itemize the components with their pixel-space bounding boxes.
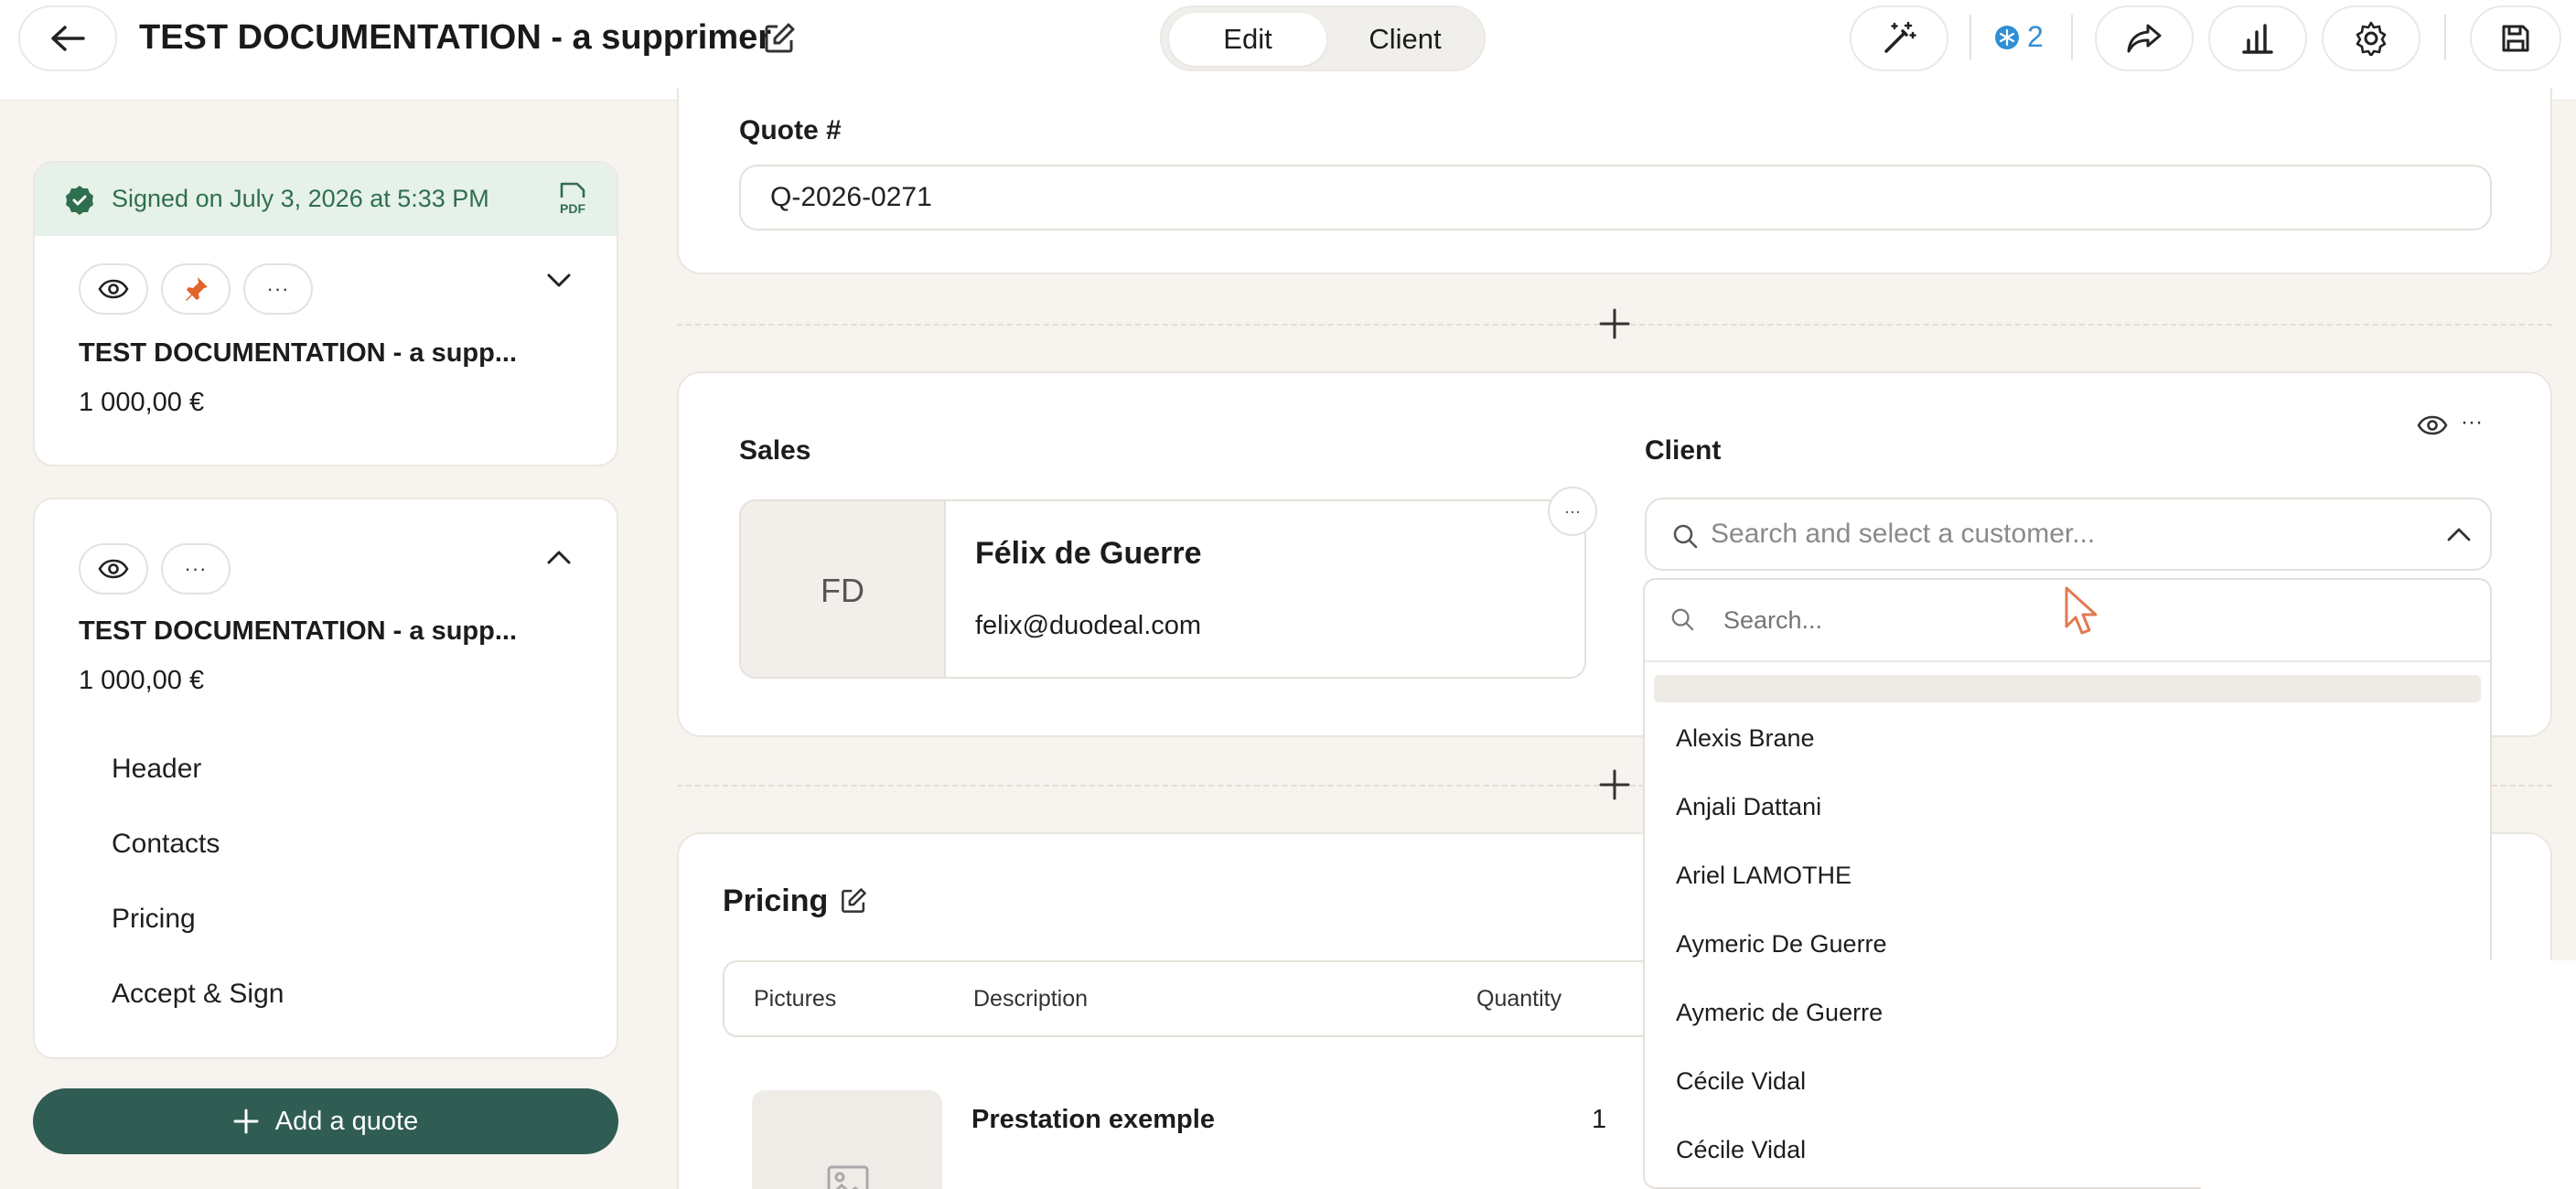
sales-label: Sales xyxy=(739,435,811,466)
chevron-down-icon[interactable] xyxy=(545,271,573,289)
more-options-button[interactable]: ··· xyxy=(243,263,313,315)
more-options-button[interactable]: ··· xyxy=(161,543,231,594)
collaborators-counter[interactable]: 2 xyxy=(1994,20,2044,54)
back-button[interactable] xyxy=(18,5,117,71)
search-icon xyxy=(1672,523,1698,549)
quote-card-signed[interactable]: Signed on July 3, 2026 at 5:33 PM PDF ··… xyxy=(33,161,618,466)
magic-button[interactable] xyxy=(1850,5,1948,71)
item-picture[interactable] xyxy=(752,1090,942,1189)
list-item[interactable]: Ariel LAMOTHE xyxy=(1676,862,1852,890)
nav-item-header[interactable]: Header xyxy=(112,754,201,785)
share-button[interactable] xyxy=(2095,5,2194,71)
chevron-up-icon[interactable] xyxy=(545,549,573,567)
magic-wand-icon xyxy=(1881,20,1917,57)
list-item[interactable]: Anjali Dattani xyxy=(1676,793,1821,821)
preview-button[interactable] xyxy=(79,543,148,594)
sales-contact-card[interactable]: FD Félix de Guerre felix@duodeal.com xyxy=(739,499,1586,679)
column-description: Description xyxy=(973,986,1089,1012)
client-select-placeholder: Search and select a customer... xyxy=(1711,519,2096,549)
more-icon: ··· xyxy=(1564,501,1581,520)
list-item[interactable]: Aymeric de Guerre xyxy=(1676,999,1883,1027)
quote-number-input[interactable]: Q-2026-0271 xyxy=(739,165,2492,230)
add-section-plus-icon[interactable] xyxy=(1598,307,1631,340)
gear-icon xyxy=(2354,21,2388,56)
quote-title: TEST DOCUMENTATION - a supp... xyxy=(79,616,518,646)
divider xyxy=(2071,15,2073,60)
analytics-button[interactable] xyxy=(2208,5,2307,71)
edit-icon[interactable] xyxy=(840,887,867,915)
chevron-up-icon xyxy=(2446,527,2472,543)
add-section-plus-icon[interactable] xyxy=(1598,768,1631,801)
chart-icon xyxy=(2241,22,2274,55)
add-quote-button[interactable]: Add a quote xyxy=(33,1088,618,1154)
save-icon xyxy=(2500,23,2531,54)
list-item[interactable]: Aymeric De Guerre xyxy=(1676,930,1887,959)
snowflake-icon xyxy=(1994,25,2020,50)
plus-icon xyxy=(233,1109,259,1134)
quote-card-expanded[interactable]: ··· TEST DOCUMENTATION - a supp... 1 000… xyxy=(33,498,618,1059)
mode-switch: Edit Client xyxy=(1160,5,1486,71)
edit-icon xyxy=(763,22,796,55)
eye-icon xyxy=(98,559,129,579)
quote-number-label: Quote # xyxy=(739,115,842,145)
page-title: TEST DOCUMENTATION - a supprimer xyxy=(139,18,772,57)
more-icon: ··· xyxy=(184,557,208,580)
search-icon xyxy=(1670,607,1694,631)
pdf-label: PDF xyxy=(560,201,585,216)
divider xyxy=(2444,15,2446,60)
pin-button[interactable] xyxy=(161,263,231,315)
settings-button[interactable] xyxy=(2322,5,2420,71)
nav-item-accept-sign[interactable]: Accept & Sign xyxy=(112,979,284,1010)
signed-status: Signed on July 3, 2026 at 5:33 PM xyxy=(112,185,489,212)
sales-email: felix@duodeal.com xyxy=(975,611,1202,640)
edit-title-button[interactable] xyxy=(763,22,796,55)
badge-count: 2 xyxy=(2027,20,2044,53)
avatar: FD xyxy=(741,501,946,677)
add-quote-label: Add a quote xyxy=(274,1106,419,1136)
tab-edit[interactable]: Edit xyxy=(1169,13,1326,66)
top-bar: TEST DOCUMENTATION - a supprimer Edit Cl… xyxy=(0,0,2576,101)
client-label: Client xyxy=(1645,435,1722,466)
save-button[interactable] xyxy=(2470,5,2561,71)
back-arrow-icon xyxy=(50,25,85,52)
quote-title: TEST DOCUMENTATION - a supp... xyxy=(79,338,518,368)
item-quantity: 1 xyxy=(1592,1105,1607,1134)
more-icon: ··· xyxy=(266,277,290,300)
loading-bar xyxy=(1654,675,2481,702)
quote-amount: 1 000,00 € xyxy=(79,666,205,695)
preview-button[interactable] xyxy=(79,263,148,315)
list-item[interactable]: Cécile Vidal xyxy=(1676,1067,1806,1096)
quote-number-section: Quote # Q-2026-0271 xyxy=(677,88,2552,274)
list-item[interactable]: Alexis Brane xyxy=(1676,724,1815,753)
dropdown-divider xyxy=(1645,660,2490,662)
client-select[interactable]: Search and select a customer... xyxy=(1645,498,2492,571)
eye-icon xyxy=(98,279,129,299)
avatar-initials: FD xyxy=(821,572,864,609)
section-more-icon[interactable]: ··· xyxy=(2461,410,2483,435)
list-item[interactable]: Cécile Vidal xyxy=(1676,1136,1806,1164)
pin-icon xyxy=(181,274,210,304)
tab-client[interactable]: Client xyxy=(1332,13,1478,66)
item-description: Prestation exemple xyxy=(971,1105,1215,1134)
sales-more-button[interactable]: ··· xyxy=(1548,487,1597,536)
column-pictures: Pictures xyxy=(754,986,837,1012)
pdf-download-button[interactable]: PDF xyxy=(556,181,589,218)
nav-item-contacts[interactable]: Contacts xyxy=(112,829,220,860)
mouse-cursor-icon xyxy=(2064,585,2100,637)
quote-amount: 1 000,00 € xyxy=(79,388,205,417)
pricing-title: Pricing xyxy=(723,884,829,918)
image-placeholder-icon xyxy=(827,1165,869,1189)
quote-number-value: Q-2026-0271 xyxy=(770,182,932,212)
share-icon xyxy=(2126,23,2163,54)
overlay-panel xyxy=(2201,960,2576,1189)
column-quantity: Quantity xyxy=(1476,986,1562,1012)
eye-icon[interactable] xyxy=(2417,415,2448,435)
sales-name: Félix de Guerre xyxy=(975,536,1202,571)
nav-item-pricing[interactable]: Pricing xyxy=(112,904,196,935)
divider xyxy=(1970,15,1971,60)
check-circle-icon xyxy=(64,185,95,216)
